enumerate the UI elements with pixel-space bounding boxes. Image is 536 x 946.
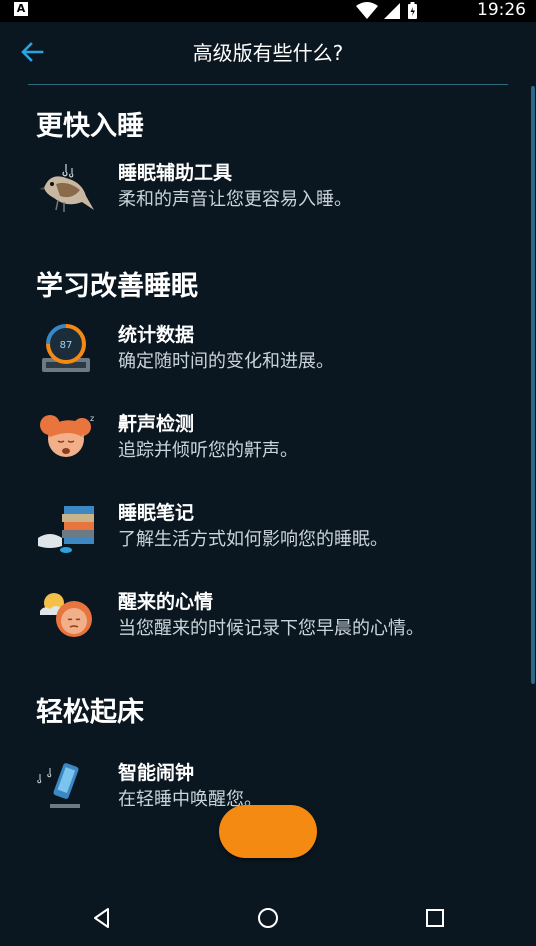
svg-text:z: z: [90, 414, 94, 423]
section-title-wake-easily: 轻松起床: [36, 697, 144, 728]
feature-title: 智能闹钟: [118, 762, 195, 784]
feature-subtitle: 柔和的声音让您更容易入睡。: [118, 189, 352, 210]
statistics-gauge-icon: 87: [42, 324, 90, 372]
battery-charging-icon: [408, 2, 417, 19]
wifi-icon: [356, 2, 378, 19]
feature-title: 醒来的心情: [118, 591, 214, 613]
section-title-fall-asleep: 更快入睡: [36, 111, 144, 142]
feature-subtitle: 追踪并倾听您的鼾声。: [118, 440, 298, 461]
wake-mood-face-icon: [40, 593, 92, 637]
feature-item-wake-mood[interactable]: 醒来的心情 当您醒来的时候记录下您早晨的心情。: [36, 589, 516, 653]
app-bar: 高级版有些什么?: [0, 22, 536, 84]
header-divider: [28, 84, 508, 85]
features-list[interactable]: 更快入睡 睡眠辅助工具 柔和的声音让您更容易入睡。 学习改善睡眠 87 统计数据…: [0, 86, 528, 810]
recents-square-icon[interactable]: [423, 906, 447, 930]
status-icons: [356, 2, 417, 19]
page-title: 高级版有些什么?: [192, 41, 344, 65]
feature-title: 睡眠辅助工具: [118, 162, 233, 184]
scrollbar[interactable]: [531, 86, 535, 684]
cell-signal-icon: [384, 3, 400, 19]
feature-item-snore-detection[interactable]: z 鼾声检测 追踪并倾听您的鼾声。: [36, 411, 516, 475]
feature-title: 鼾声检测: [118, 413, 195, 435]
feature-item-sleep-notes[interactable]: 睡眠笔记 了解生活方式如何影响您的睡眠。: [36, 500, 516, 564]
status-bar: A 19:26: [0, 0, 536, 22]
back-triangle-icon[interactable]: [90, 906, 114, 930]
section-title-learn-sleep: 学习改善睡眠: [36, 271, 198, 302]
smart-alarm-phone-icon: [37, 763, 80, 808]
feature-item-statistics[interactable]: 87 统计数据 确定随时间的变化和进展。: [36, 322, 516, 386]
snoring-face-icon: z: [40, 414, 94, 457]
gauge-value-label: 87: [60, 340, 73, 351]
feature-title: 睡眠笔记: [118, 502, 195, 524]
upgrade-button[interactable]: [219, 805, 317, 858]
feature-subtitle: 确定随时间的变化和进展。: [118, 351, 334, 372]
status-notification-badge: A: [14, 2, 28, 16]
feature-subtitle: 当您醒来的时候记录下您早晨的心情。: [118, 618, 424, 639]
sparrow-singing-icon: [39, 164, 94, 212]
feature-subtitle: 了解生活方式如何影响您的睡眠。: [118, 529, 388, 550]
books-notes-icon: [38, 506, 94, 553]
status-time: 19:26: [477, 0, 526, 20]
system-nav-bar: [0, 890, 536, 946]
home-circle-icon[interactable]: [256, 906, 280, 930]
feature-item-sleep-aids[interactable]: 睡眠辅助工具 柔和的声音让您更容易入睡。: [36, 160, 516, 224]
feature-item-smart-alarm[interactable]: 智能闹钟 在轻睡中唤醒您。: [36, 760, 516, 810]
feature-title: 统计数据: [118, 324, 195, 346]
